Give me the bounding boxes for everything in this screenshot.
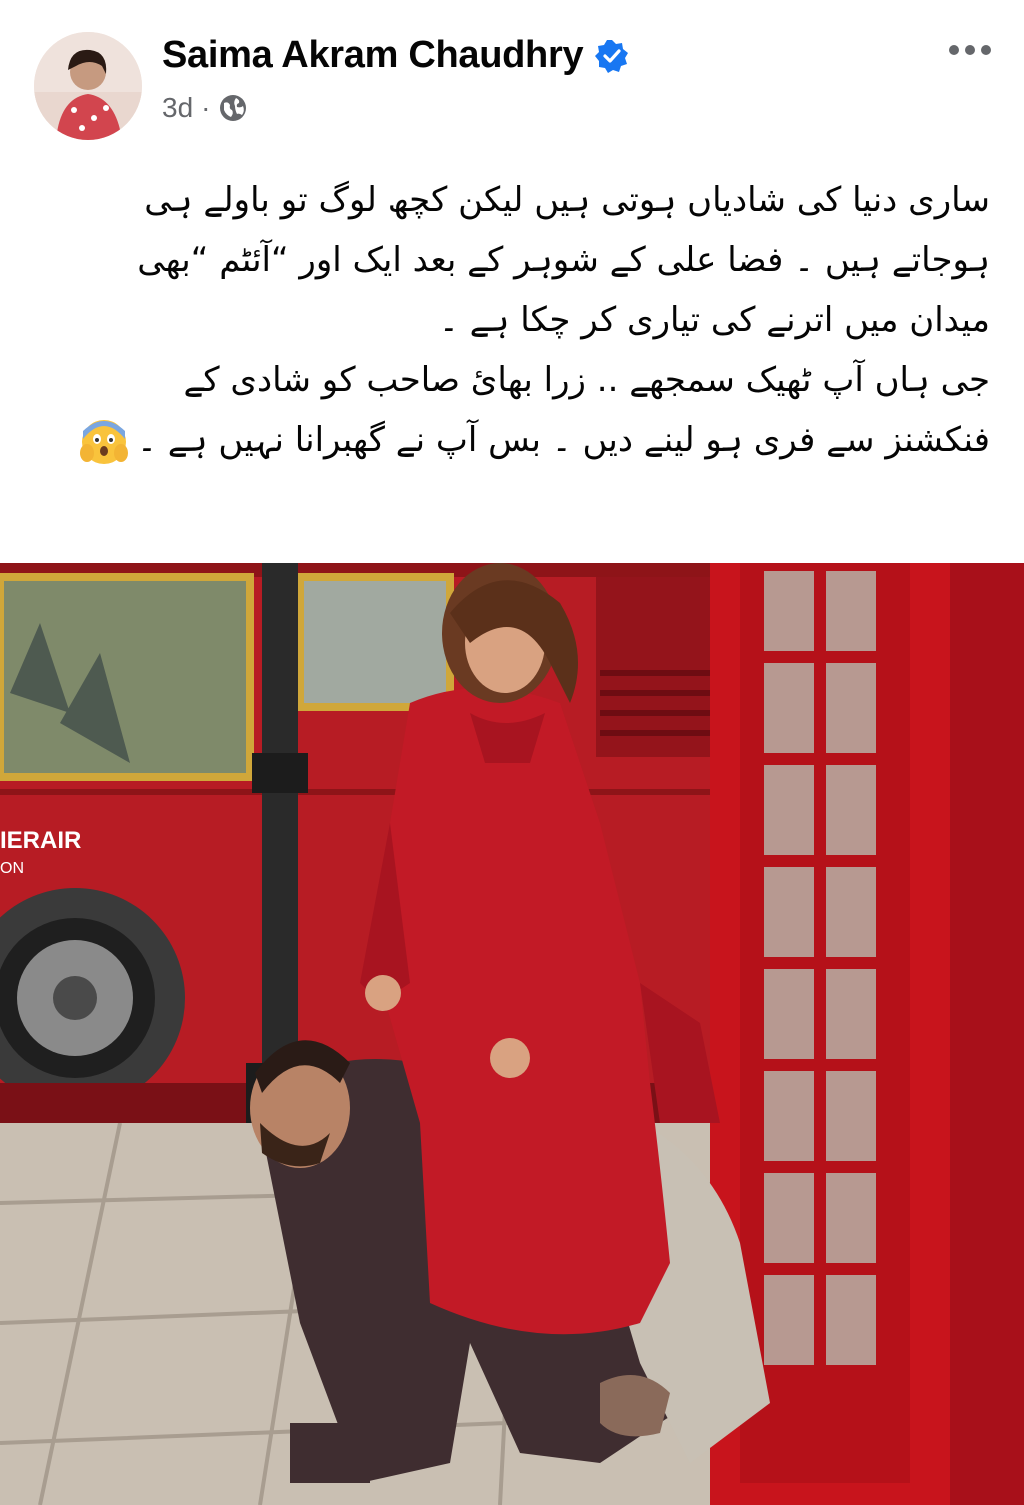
author-avatar[interactable] xyxy=(34,32,142,140)
globe-icon[interactable] xyxy=(218,93,248,123)
post-text-line: ساری دنیا کی شادیاں ہوتی ہیں لیکن کچھ لو… xyxy=(144,180,990,220)
post-meta: 3d · xyxy=(162,92,248,124)
post-text-line: ہوجاتے ہیں ۔ فضا علی کے شوہر کے بعد ایک … xyxy=(137,240,990,280)
author-name[interactable]: Saima Akram Chaudhry xyxy=(162,34,584,77)
more-options-icon[interactable] xyxy=(938,30,1002,70)
post-header: Saima Akram Chaudhry 3d · xyxy=(0,0,1024,150)
post-text-line: جی ہاں آپ ٹھیک سمجھے .. زرا بھائ صاحب کو… xyxy=(183,360,990,400)
author-name-row: Saima Akram Chaudhry xyxy=(162,34,629,77)
verified-badge-icon xyxy=(595,39,629,73)
dot-icon xyxy=(965,45,975,55)
post-photo[interactable]: IERAIR ON xyxy=(0,563,1024,1505)
bus-sign-subtext: ON xyxy=(0,860,24,877)
post-text: ساری دنیا کی شادیاں ہوتی ہیں لیکن کچھ لو… xyxy=(40,170,990,470)
dot-icon xyxy=(981,45,991,55)
scared-face-emoji-icon xyxy=(79,417,129,467)
post-timestamp[interactable]: 3d xyxy=(162,92,193,124)
post-text-line-last: فنکشنز سے فری ہو لینے دیں ۔ بس آپ نے گھب… xyxy=(40,410,990,470)
bus-sign-text: IERAIR xyxy=(0,827,81,854)
meta-separator: · xyxy=(201,92,211,123)
lamp-post xyxy=(262,563,298,1123)
dot-icon xyxy=(949,45,959,55)
post-text-line: میدان میں اترنے کی تیاری کر چکا ہے ۔ xyxy=(438,300,990,340)
post-text-line: فنکشنز سے فری ہو لینے دیں ۔ بس آپ نے گھب… xyxy=(137,420,990,460)
